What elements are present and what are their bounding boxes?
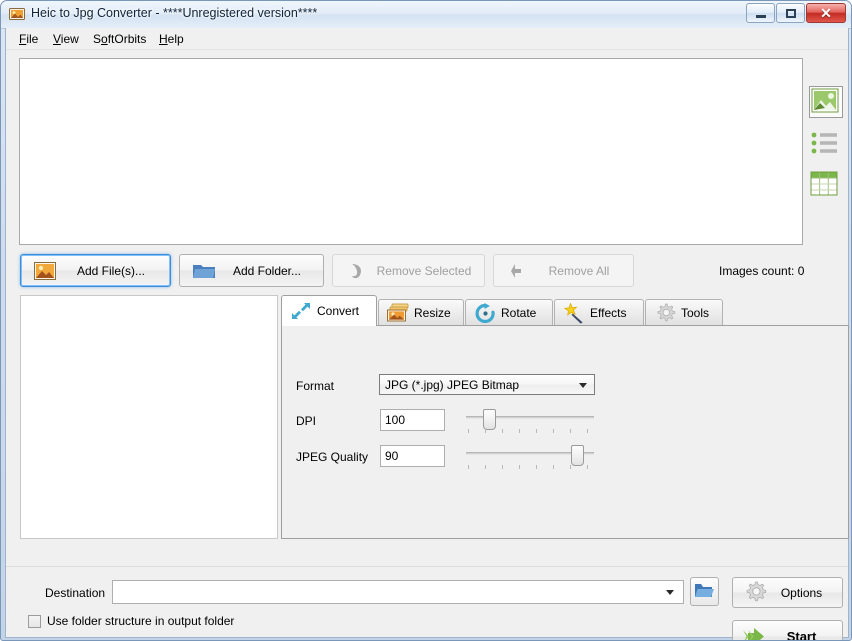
dpi-label: DPI (296, 414, 317, 428)
open-folder-icon (694, 581, 715, 603)
list-view-icon[interactable] (809, 130, 843, 162)
use-folder-structure-label: Use folder structure in output folder (47, 614, 235, 628)
maximize-button[interactable] (776, 3, 805, 23)
start-label: Start (786, 629, 817, 641)
format-label: Format (296, 379, 335, 393)
chevron-down-icon (579, 383, 587, 388)
view-mode-toolbar (807, 58, 847, 203)
tab-resize-label: Resize (414, 306, 451, 320)
dpi-slider-thumb[interactable] (483, 409, 496, 430)
tab-tools-label: Tools (681, 306, 710, 320)
title-bar: Heic to Jpg Converter - ****Unregistered… (1, 1, 851, 29)
menu-view[interactable]: View (46, 31, 86, 47)
remove-selected-button[interactable]: Remove Selected (332, 254, 485, 287)
menu-bar: File View SoftOrbits Help (6, 28, 848, 50)
photos-stack-icon (385, 303, 411, 323)
menu-softorbits[interactable]: SoftOrbits (86, 31, 153, 47)
image-app-icon (9, 6, 25, 22)
remove-hook-icon (342, 261, 372, 281)
menu-file[interactable]: File (12, 31, 45, 47)
bottom-separator (6, 566, 848, 567)
magic-wand-icon (561, 302, 587, 324)
tab-rotate[interactable]: Rotate (465, 299, 553, 326)
tab-convert-label: Convert (317, 304, 360, 318)
checkbox-box (28, 614, 41, 628)
quality-slider-ticks (466, 465, 594, 470)
tab-convert[interactable]: Convert (281, 295, 377, 326)
jpeg-quality-label: JPEG Quality (296, 450, 369, 464)
folder-icon (189, 261, 219, 280)
tab-effects[interactable]: Effects (554, 299, 644, 326)
minimize-icon (747, 4, 774, 22)
options-button[interactable]: Options (732, 577, 843, 608)
tab-resize[interactable]: Resize (378, 299, 464, 326)
format-select[interactable]: JPG (*.jpg) JPEG Bitmap (379, 374, 595, 395)
add-folder-label: Add Folder... (232, 263, 302, 278)
close-button[interactable]: ✕ (806, 3, 846, 23)
format-value: JPG (*.jpg) JPEG Bitmap (385, 378, 520, 392)
back-arrow-icon (503, 261, 533, 281)
thumbnail-view-icon[interactable] (809, 86, 843, 118)
application-window: Heic to Jpg Converter - ****Unregistered… (0, 0, 852, 641)
gear-icon (739, 581, 771, 604)
use-folder-structure-checkbox[interactable]: Use folder structure in output folder (28, 614, 234, 628)
dpi-slider-ticks (466, 429, 594, 434)
jpeg-quality-slider[interactable] (466, 445, 594, 471)
tab-tools[interactable]: Tools (645, 299, 723, 326)
remove-all-label: Remove All (548, 263, 610, 278)
jpeg-quality-value: 90 (385, 449, 399, 463)
grid-view-icon[interactable] (809, 170, 843, 202)
start-button[interactable]: Start (732, 620, 843, 641)
window-title: Heic to Jpg Converter - ****Unregistered… (31, 6, 318, 20)
quality-slider-thumb[interactable] (571, 445, 584, 466)
jpeg-quality-input[interactable]: 90 (380, 445, 445, 467)
add-files-button[interactable]: Add File(s)... (20, 254, 171, 287)
rotate-icon (472, 302, 498, 324)
menu-help[interactable]: Help (152, 31, 191, 47)
minimize-button[interactable] (746, 3, 775, 23)
remove-selected-label: Remove Selected (376, 263, 472, 278)
tab-effects-label: Effects (590, 306, 627, 320)
tab-strip: Convert Resize Rotate Effects Tools (281, 295, 849, 326)
chevron-down-icon (666, 590, 674, 595)
options-label: Options (780, 585, 823, 600)
image-drop-area[interactable] (19, 58, 803, 245)
destination-label: Destination (45, 586, 106, 600)
browse-destination-button[interactable] (690, 577, 719, 606)
add-files-label: Add File(s)... (76, 263, 145, 278)
close-icon: ✕ (820, 5, 832, 21)
dpi-slider[interactable] (466, 409, 594, 435)
remove-all-button[interactable]: Remove All (493, 254, 634, 287)
gear-icon (652, 303, 678, 324)
add-folder-button[interactable]: Add Folder... (179, 254, 324, 287)
picture-icon (30, 261, 60, 280)
active-tab-notch (282, 324, 376, 326)
image-list-panel[interactable] (20, 295, 278, 539)
dpi-value: 100 (385, 413, 406, 427)
dpi-input[interactable]: 100 (380, 409, 445, 431)
client-area: File View SoftOrbits Help Add File(s)...… (5, 28, 849, 641)
resize-arrows-icon (288, 301, 314, 321)
maximize-icon (777, 4, 804, 22)
destination-input[interactable] (112, 580, 684, 604)
green-arrow-icon (739, 626, 771, 640)
tab-rotate-label: Rotate (501, 306, 537, 320)
images-count-label: Images count: 0 (719, 264, 805, 278)
